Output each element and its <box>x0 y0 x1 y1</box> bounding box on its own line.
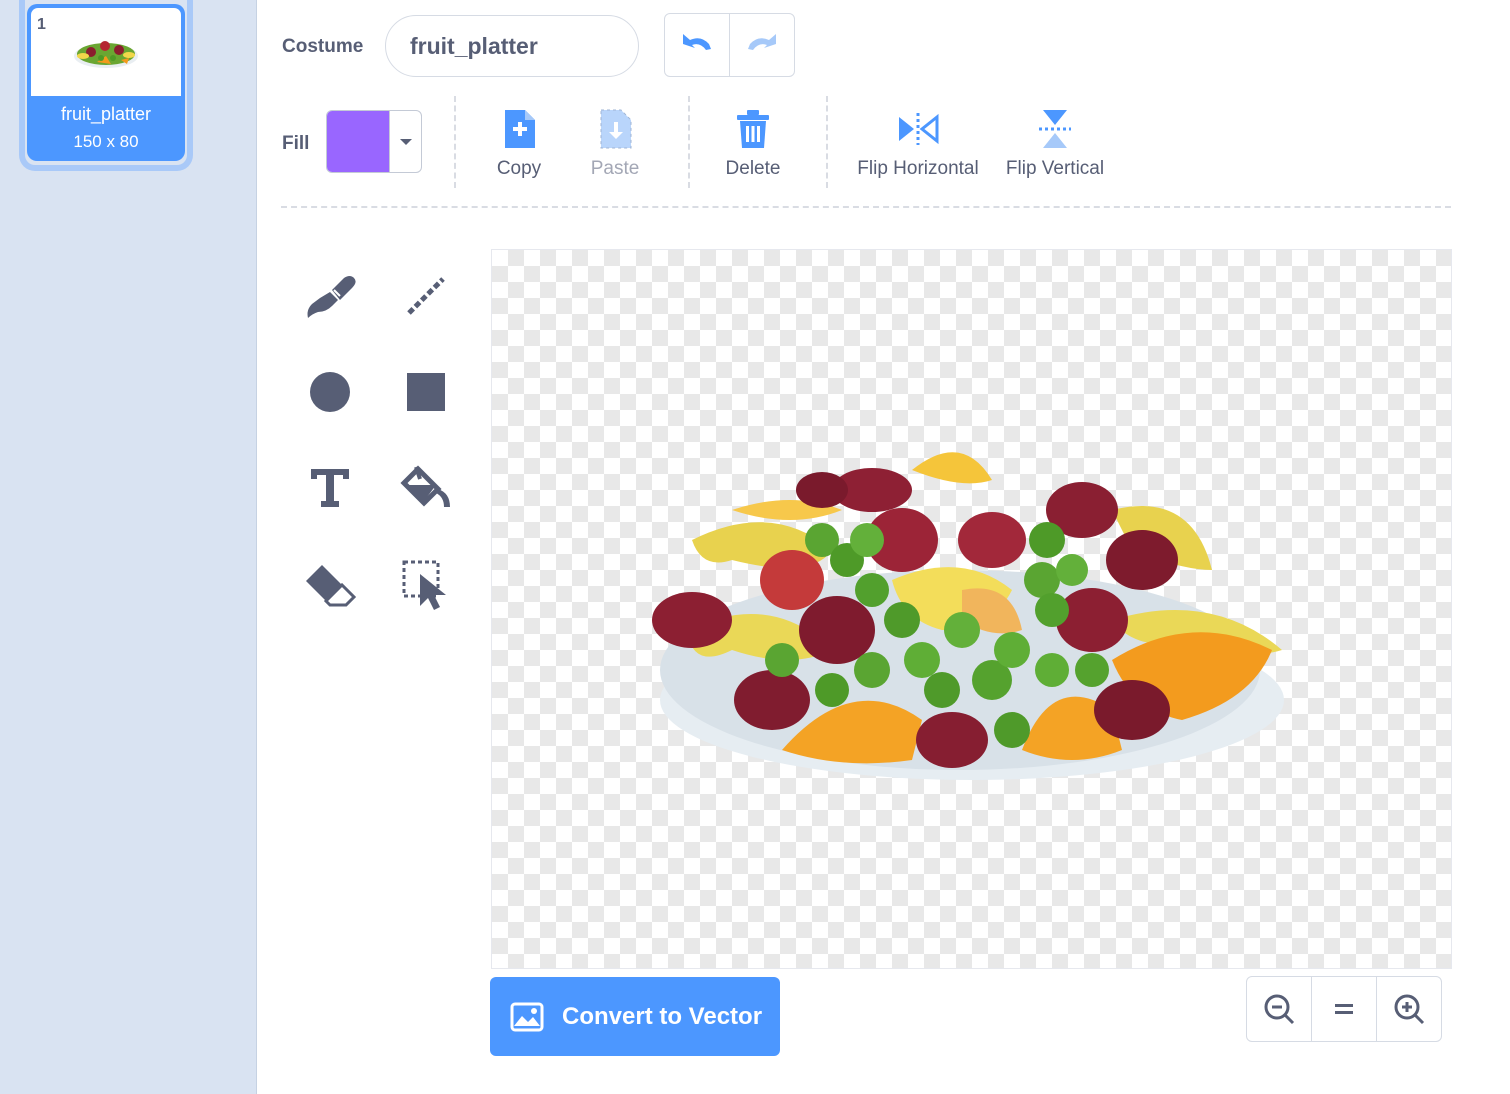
zoom-reset-icon <box>1335 1004 1353 1014</box>
costume-name-label: fruit_platter <box>60 104 152 124</box>
redo-icon <box>748 34 776 50</box>
fill-bucket-icon <box>400 465 450 507</box>
flip-vertical-button[interactable]: Flip Vertical <box>1000 104 1110 180</box>
fill-tool[interactable] <box>396 458 456 518</box>
copy-button[interactable]: Copy <box>479 104 559 180</box>
text-icon <box>311 469 349 507</box>
costume-card[interactable]: 1 fruit_platter 150 x 80 <box>27 4 185 161</box>
costume-tile-selected[interactable]: 1 fruit_platter 150 x 80 <box>19 0 193 171</box>
trash-icon <box>737 110 769 148</box>
zoom-in-button[interactable] <box>1376 977 1441 1041</box>
convert-to-vector-label: Convert to Vector <box>562 1002 763 1030</box>
chevron-down-icon <box>399 138 412 145</box>
toolbar-divider <box>281 206 1451 208</box>
rectangle-icon <box>407 373 445 411</box>
brush-tool[interactable] <box>300 266 360 326</box>
eraser-tool[interactable] <box>300 554 360 614</box>
fruit-platter-thumbnail-image <box>74 41 138 68</box>
costume-number: 1 <box>37 16 46 33</box>
flip-horizontal-button[interactable]: Flip Horizontal <box>852 104 984 180</box>
fill-color-picker[interactable] <box>326 110 422 173</box>
rectangle-tool[interactable] <box>396 362 456 422</box>
text-tool[interactable] <box>300 458 360 518</box>
paste-label: Paste <box>590 158 640 179</box>
circle-icon <box>310 372 350 412</box>
fill-label: Fill <box>282 133 310 154</box>
eraser-icon <box>306 565 357 607</box>
flip-horizontal-icon <box>899 113 939 145</box>
line-icon <box>407 277 445 315</box>
zoom-out-button[interactable] <box>1247 977 1311 1041</box>
copy-label: Copy <box>496 158 542 179</box>
zoom-out-icon <box>1264 994 1295 1025</box>
undo-button[interactable] <box>665 14 730 76</box>
convert-to-vector-button[interactable]: Convert to Vector <box>490 977 780 1056</box>
fill-color-swatch <box>327 111 390 172</box>
select-tool[interactable] <box>396 554 456 614</box>
undo-icon <box>683 34 711 50</box>
paste-icon <box>600 109 632 149</box>
costume-label: Costume <box>282 36 364 57</box>
costume-size-label: 150 x 80 <box>73 132 139 151</box>
toolbar-separator <box>688 96 690 188</box>
delete-label: Delete <box>725 158 781 179</box>
paste-button[interactable]: Paste <box>575 104 655 180</box>
fill-dropdown[interactable] <box>390 111 421 172</box>
flip-vertical-icon <box>1039 110 1071 148</box>
paint-canvas[interactable] <box>491 249 1452 969</box>
image-icon <box>510 1002 544 1031</box>
flip-vertical-label: Flip Vertical <box>1005 158 1105 179</box>
costume-name-input[interactable] <box>385 15 639 77</box>
zoom-reset-button[interactable] <box>1311 977 1376 1041</box>
costume-list-sidebar: 1 fruit_platter 150 x 80 <box>0 0 257 1094</box>
toolbar-separator <box>826 96 828 188</box>
undo-redo-group <box>664 13 795 77</box>
flip-horizontal-label: Flip Horizontal <box>857 158 979 179</box>
redo-button[interactable] <box>730 14 794 76</box>
circle-tool[interactable] <box>300 362 360 422</box>
fruit-platter-bitmap <box>652 452 1284 780</box>
delete-button[interactable]: Delete <box>713 104 793 180</box>
toolbar-separator <box>454 96 456 188</box>
zoom-in-icon <box>1394 994 1425 1025</box>
costume-thumbnail <box>31 8 181 96</box>
copy-icon <box>505 110 535 148</box>
select-icon <box>402 560 446 610</box>
zoom-controls <box>1246 976 1442 1042</box>
line-tool[interactable] <box>396 266 456 326</box>
brush-icon <box>307 276 356 318</box>
